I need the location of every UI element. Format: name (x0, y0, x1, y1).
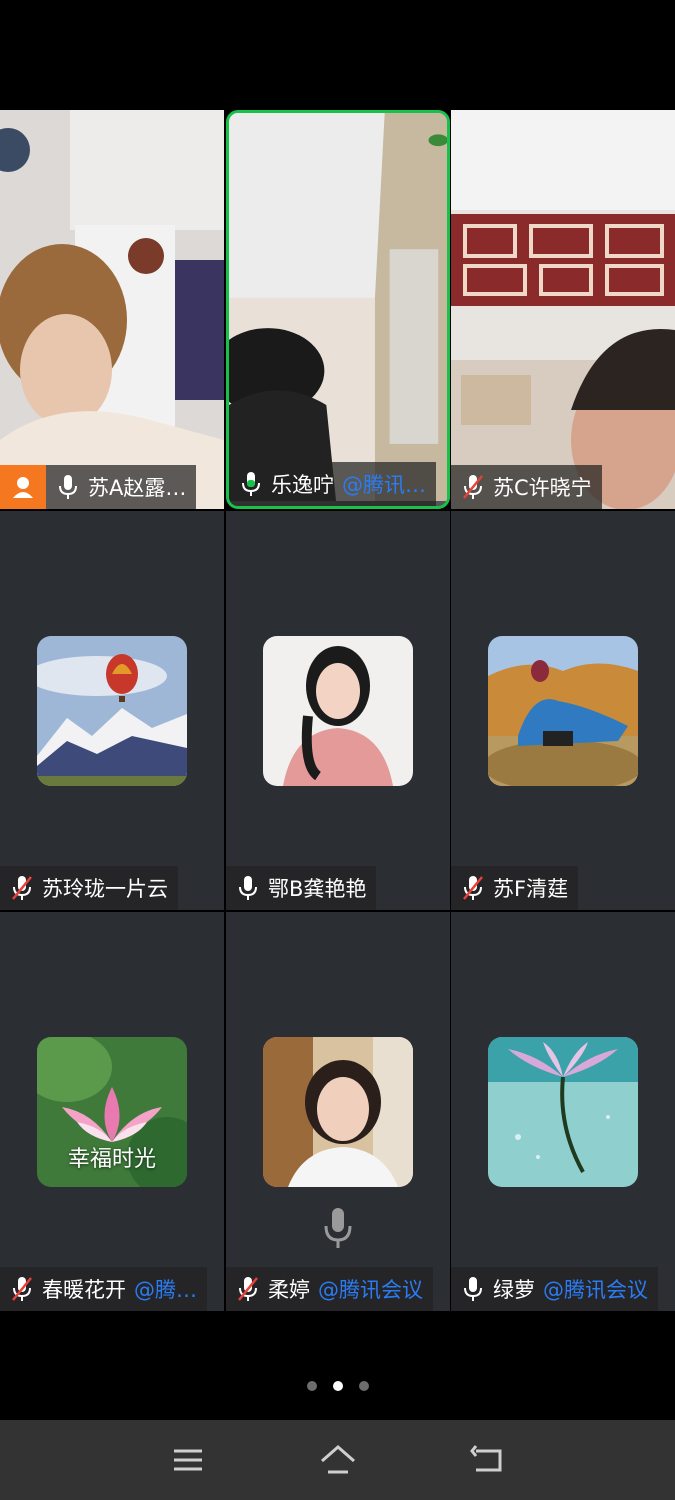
woman-selfie-photo (263, 1037, 413, 1187)
woman-portrait-photo (263, 636, 413, 786)
hot-air-balloon-photo (37, 636, 187, 786)
participant-name: 苏F清莛 (493, 877, 569, 901)
participant-tile[interactable]: 苏A赵露… (0, 110, 224, 509)
participant-org: @腾… (134, 1278, 197, 1302)
participant-org: @腾讯会议 (543, 1278, 648, 1302)
participant-org: @腾讯… (342, 473, 426, 497)
avatar-caption: 幸福时光 (67, 1147, 156, 1172)
participant-tile[interactable]: 绿萝 @腾讯会议 (451, 912, 675, 1311)
participant-namebar: 鄂B龚艳艳 (226, 866, 377, 910)
page-indicator[interactable] (0, 1381, 675, 1391)
participant-name: 苏玲珑一片云 (42, 877, 168, 901)
page-dot[interactable] (306, 1381, 317, 1391)
microphone-icon (324, 1208, 352, 1248)
host-icon (0, 465, 46, 509)
water-lily-photo (488, 1037, 638, 1187)
page-dot[interactable] (358, 1381, 369, 1391)
participant-namebar: 苏玲珑一片云 (0, 866, 178, 910)
microphone-muted-icon (12, 1277, 32, 1301)
participant-tile[interactable]: 苏玲珑一片云 (0, 511, 224, 910)
participant-namebar: 绿萝 @腾讯会议 (451, 1267, 658, 1311)
participant-name: 苏A赵露… (88, 476, 187, 500)
microphone-active-icon (242, 472, 260, 496)
participant-namebar: 苏F清莛 (451, 866, 579, 910)
back-icon[interactable] (468, 1442, 508, 1478)
participant-namebar: 苏A赵露… (0, 465, 197, 509)
participant-video (451, 110, 675, 509)
participant-namebar: 乐逸咛 @腾讯… (229, 462, 436, 506)
microphone-muted-icon (12, 876, 32, 900)
participant-name: 春暖花开 (42, 1278, 126, 1302)
microphone-muted-icon (463, 876, 483, 900)
participant-video (0, 110, 224, 509)
participant-name: 乐逸咛 (271, 473, 334, 497)
system-navigation-bar (0, 1420, 675, 1500)
participant-name: 绿萝 (493, 1278, 535, 1302)
microphone-muted-icon (463, 475, 483, 499)
participant-namebar: 柔婷 @腾讯会议 (226, 1267, 433, 1311)
participant-namebar: 苏C许晓宁 (451, 465, 602, 509)
participant-name: 柔婷 (268, 1278, 310, 1302)
home-icon[interactable] (318, 1442, 358, 1478)
microphone-icon (59, 475, 77, 499)
participant-tile[interactable]: 柔婷 @腾讯会议 (226, 912, 450, 1311)
menu-icon[interactable] (168, 1442, 208, 1478)
participant-tile[interactable]: 乐逸咛 @腾讯… (226, 110, 450, 509)
microphone-muted-icon (238, 1277, 258, 1301)
woman-on-haystack-photo (488, 636, 638, 786)
microphone-icon (464, 1277, 482, 1301)
participant-tile[interactable]: 苏F清莛 (451, 511, 675, 910)
participant-name: 鄂B龚艳艳 (268, 877, 367, 901)
participant-tile[interactable]: 幸福时光 春暖花开 @腾… (0, 912, 224, 1311)
participant-name: 苏C许晓宁 (493, 476, 592, 500)
participant-tile[interactable]: 鄂B龚艳艳 (226, 511, 450, 910)
participant-org: @腾讯会议 (318, 1278, 423, 1302)
microphone-icon (239, 876, 257, 900)
participant-video (229, 113, 447, 502)
participant-tile[interactable]: 苏C许晓宁 (451, 110, 675, 509)
participant-namebar: 春暖花开 @腾… (0, 1267, 207, 1311)
video-grid: 苏A赵露… 乐逸咛 @腾讯… 苏C许晓宁 苏玲珑一片云 鄂B龚艳艳 苏F清莛 幸… (0, 110, 675, 1311)
page-dot-active[interactable] (332, 1381, 343, 1391)
lotus-flower-photo: 幸福时光 (37, 1037, 187, 1187)
